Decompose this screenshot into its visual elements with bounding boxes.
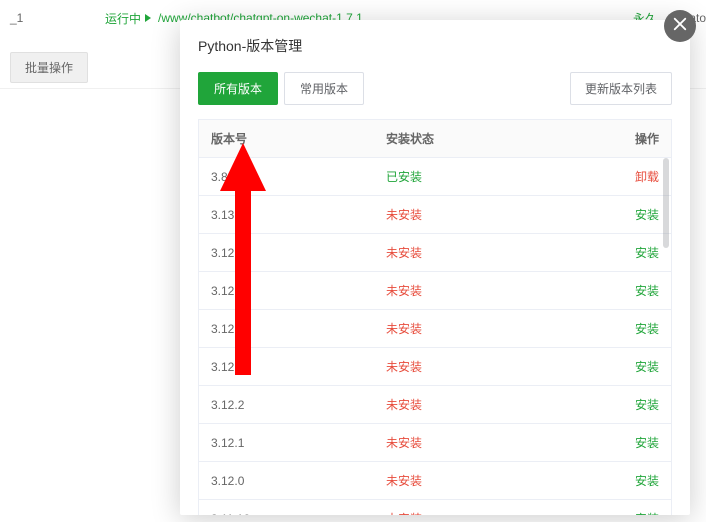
install-link[interactable]: 安装 [611, 386, 671, 423]
table-row: 3.12.2未安装安装 [199, 386, 671, 424]
refresh-version-list-button[interactable]: 更新版本列表 [570, 72, 672, 105]
version-cell: 3.12.4 [199, 310, 374, 347]
install-link[interactable]: 安装 [611, 272, 671, 309]
install-link[interactable]: 安装 [611, 234, 671, 271]
status-cell: 未安装 [374, 272, 611, 309]
version-cell: 3.12.1 [199, 424, 374, 461]
table-row: 3.12.5未安装安装 [199, 272, 671, 310]
status-cell: 未安装 [374, 310, 611, 347]
tab-common-versions[interactable]: 常用版本 [284, 72, 364, 105]
status-cell: 未安装 [374, 348, 611, 385]
table-row: 3.8.19已安装卸载 [199, 158, 671, 196]
status-cell: 未安装 [374, 500, 611, 515]
play-icon [145, 14, 151, 22]
tab-group: 所有版本 常用版本 [198, 72, 364, 105]
table-row: 3.12.6未安装安装 [199, 234, 671, 272]
scrollbar-thumb[interactable] [663, 158, 669, 248]
tab-all-versions[interactable]: 所有版本 [198, 72, 278, 105]
install-link[interactable]: 安装 [611, 462, 671, 499]
version-cell: 3.12.0 [199, 462, 374, 499]
status-cell: 已安装 [374, 158, 611, 195]
header-version: 版本号 [199, 120, 374, 157]
status-cell: 未安装 [374, 196, 611, 233]
scrollbar-track[interactable] [663, 158, 669, 511]
version-cell: 3.13.0 [199, 196, 374, 233]
modal-toolbar: 所有版本 常用版本 更新版本列表 [180, 72, 690, 119]
version-cell: 3.11.10 [199, 500, 374, 515]
table-row: 3.13.0未安装安装 [199, 196, 671, 234]
python-version-modal: Python-版本管理 所有版本 常用版本 更新版本列表 版本号 安装状态 操作… [180, 20, 690, 515]
header-status: 安装状态 [374, 120, 611, 157]
table-row: 3.12.1未安装安装 [199, 424, 671, 462]
version-cell: 3.12.3 [199, 348, 374, 385]
modal-close-button[interactable] [664, 10, 696, 42]
status-cell: 未安装 [374, 424, 611, 461]
close-icon [671, 15, 689, 38]
batch-operation-button[interactable]: 批量操作 [10, 52, 88, 83]
status-cell: 未安装 [374, 234, 611, 271]
version-table: 版本号 安装状态 操作 3.8.19已安装卸载3.13.0未安装安装3.12.6… [198, 119, 672, 515]
status-cell: 未安装 [374, 386, 611, 423]
install-link[interactable]: 安装 [611, 348, 671, 385]
table-row: 3.12.0未安装安装 [199, 462, 671, 500]
uninstall-link[interactable]: 卸载 [611, 158, 671, 195]
install-link[interactable]: 安装 [611, 500, 671, 515]
install-link[interactable]: 安装 [611, 196, 671, 233]
install-link[interactable]: 安装 [611, 310, 671, 347]
table-row: 3.12.3未安装安装 [199, 348, 671, 386]
install-link[interactable]: 安装 [611, 424, 671, 461]
table-header: 版本号 安装状态 操作 [199, 120, 671, 158]
table-row: 3.11.10未安装安装 [199, 500, 671, 515]
table-row: 3.12.4未安装安装 [199, 310, 671, 348]
header-action: 操作 [611, 120, 671, 157]
version-cell: 3.12.2 [199, 386, 374, 423]
version-cell: 3.8.19 [199, 158, 374, 195]
status-cell: 未安装 [374, 462, 611, 499]
version-cell: 3.12.5 [199, 272, 374, 309]
process-status: 运行中 [105, 10, 151, 27]
version-cell: 3.12.6 [199, 234, 374, 271]
process-name: _1 [10, 11, 23, 25]
modal-title: Python-版本管理 [180, 20, 690, 72]
